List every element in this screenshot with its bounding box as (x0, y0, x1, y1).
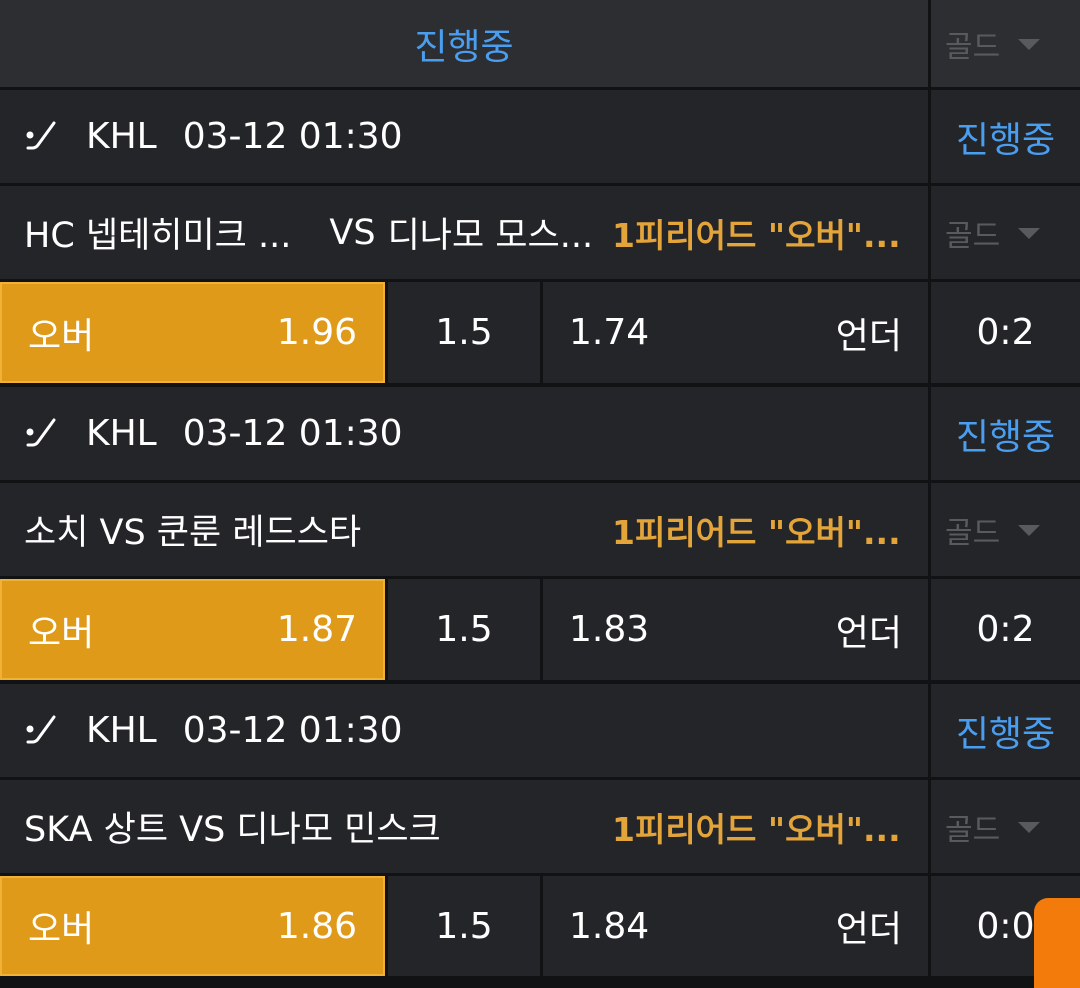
over-label: 오버 (28, 612, 95, 654)
over-bet-button[interactable]: 오버 1.86 (0, 876, 385, 976)
league-name: KHL (86, 413, 157, 454)
over-bet-button[interactable]: 오버 1.87 (0, 579, 385, 680)
hockey-stick-icon (26, 418, 56, 446)
under-label: 언더 (835, 315, 902, 357)
grade-select-value: 골드 (945, 218, 1001, 254)
score-cell: 0:2 (931, 579, 1080, 680)
over-label: 오버 (28, 315, 95, 357)
grade-select-value: 골드 (945, 515, 1001, 551)
grade-select[interactable]: 골드 (931, 0, 1080, 87)
score: 0:2 (976, 312, 1035, 353)
under-bet-button[interactable]: 1.83 언더 (543, 579, 928, 680)
under-label: 언더 (835, 612, 902, 654)
match-row: HC 넵테히미크 ... VS 디나모 모스... 1피리어드 "오버"... (0, 186, 928, 279)
match-datetime: 03-12 01:30 (182, 413, 403, 454)
status-badge: 진행중 (931, 90, 1080, 183)
line-value: 1.5 (435, 312, 493, 353)
match-teams: SKA 상트 VS 디나모 민스크 (24, 810, 441, 850)
header-bar: 진행중 (0, 0, 928, 87)
match-teams: 소치 VS 쿤룬 레드스타 (24, 513, 362, 553)
under-odds: 1.74 (569, 312, 650, 353)
match-datetime: 03-12 01:30 (182, 710, 403, 751)
status-label: 진행중 (955, 119, 1056, 161)
status-badge: 진행중 (931, 387, 1080, 480)
grade-select[interactable]: 골드 (931, 483, 1080, 576)
handicap-line: 1.5 (388, 282, 540, 383)
status-label: 진행중 (955, 713, 1056, 755)
grade-select-value: 골드 (945, 812, 1001, 848)
over-odds: 1.86 (276, 905, 357, 947)
chevron-down-icon (1018, 525, 1041, 536)
under-label: 언더 (835, 909, 902, 950)
under-bet-button[interactable]: 1.84 언더 (543, 876, 928, 976)
grade-select[interactable]: 골드 (931, 186, 1080, 279)
page-title: 진행중 (414, 26, 514, 68)
hockey-stick-icon (26, 715, 56, 743)
market-label: 1피리어드 "오버"... (612, 215, 901, 255)
league-name: KHL (86, 710, 157, 751)
league-name: KHL (86, 116, 157, 157)
away-team: 디나모 모스... (387, 216, 594, 256)
handicap-line: 1.5 (388, 579, 540, 680)
league-row: KHL 03-12 01:30 (0, 684, 928, 777)
under-odds: 1.84 (569, 905, 650, 947)
handicap-line: 1.5 (388, 876, 540, 976)
over-label: 오버 (28, 909, 95, 950)
market-label: 1피리어드 "오버"... (612, 512, 901, 552)
chevron-down-icon (1018, 228, 1041, 239)
chevron-down-icon (1018, 822, 1041, 833)
match-row: 소치 VS 쿤룬 레드스타 1피리어드 "오버"... (0, 483, 928, 576)
home-team: HC 넵테히미크 ... (24, 216, 292, 256)
status-badge: 진행중 (931, 684, 1080, 777)
chevron-down-icon (1018, 39, 1041, 50)
over-bet-button[interactable]: 오버 1.96 (0, 282, 385, 383)
over-odds: 1.96 (276, 312, 357, 353)
floating-action-button[interactable] (1034, 898, 1080, 988)
score: 0:0 (976, 905, 1035, 947)
status-label: 진행중 (955, 416, 1056, 458)
league-row: KHL 03-12 01:30 (0, 387, 928, 480)
under-odds: 1.83 (569, 609, 650, 650)
league-row: KHL 03-12 01:30 (0, 90, 928, 183)
grade-select-value: 골드 (945, 29, 1001, 65)
grade-select[interactable]: 골드 (931, 780, 1080, 873)
market-label: 1피리어드 "오버"... (612, 809, 901, 849)
score-cell: 0:2 (931, 282, 1080, 383)
match-datetime: 03-12 01:30 (182, 116, 403, 157)
vs-label: VS (329, 212, 376, 253)
under-bet-button[interactable]: 1.74 언더 (543, 282, 928, 383)
over-odds: 1.87 (276, 609, 357, 650)
score: 0:2 (976, 609, 1035, 650)
match-row: SKA 상트 VS 디나모 민스크 1피리어드 "오버"... (0, 780, 928, 873)
line-value: 1.5 (435, 609, 493, 650)
line-value: 1.5 (435, 905, 493, 947)
hockey-stick-icon (26, 121, 56, 149)
